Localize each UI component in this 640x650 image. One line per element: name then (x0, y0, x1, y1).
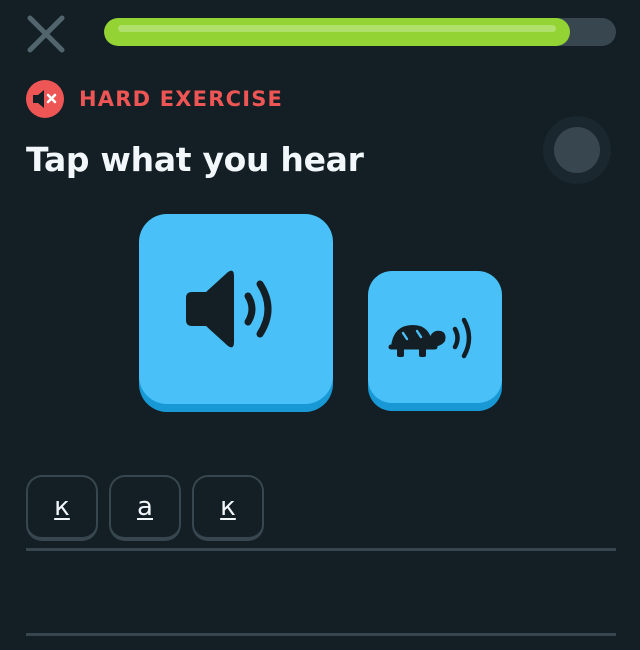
page-title: Tap what you hear (26, 140, 364, 179)
answer-tile-text: к (220, 492, 236, 522)
speaker-muted-icon (26, 80, 64, 118)
answer-line (26, 633, 616, 636)
progress-fill (104, 18, 570, 46)
progress-bar (104, 18, 616, 46)
answer-tile[interactable]: а (109, 475, 181, 541)
character-placeholder-inner (554, 127, 600, 173)
close-icon (27, 15, 65, 53)
character-placeholder (543, 116, 611, 184)
answer-line (26, 548, 616, 551)
difficulty-indicator: HARD EXERCISE (26, 80, 283, 118)
progress-shine (118, 25, 556, 32)
play-audio-button[interactable] (139, 214, 333, 404)
difficulty-label: HARD EXERCISE (79, 87, 284, 111)
answer-tile-text: к (54, 492, 70, 522)
close-button[interactable] (24, 12, 68, 56)
answer-tile-text: а (137, 492, 153, 522)
turtle-speaker-icon (388, 317, 472, 359)
play-slow-audio-button[interactable] (368, 271, 502, 403)
answer-tile[interactable]: к (26, 475, 98, 541)
answer-tile[interactable]: к (192, 475, 264, 541)
speaker-icon (186, 270, 272, 348)
